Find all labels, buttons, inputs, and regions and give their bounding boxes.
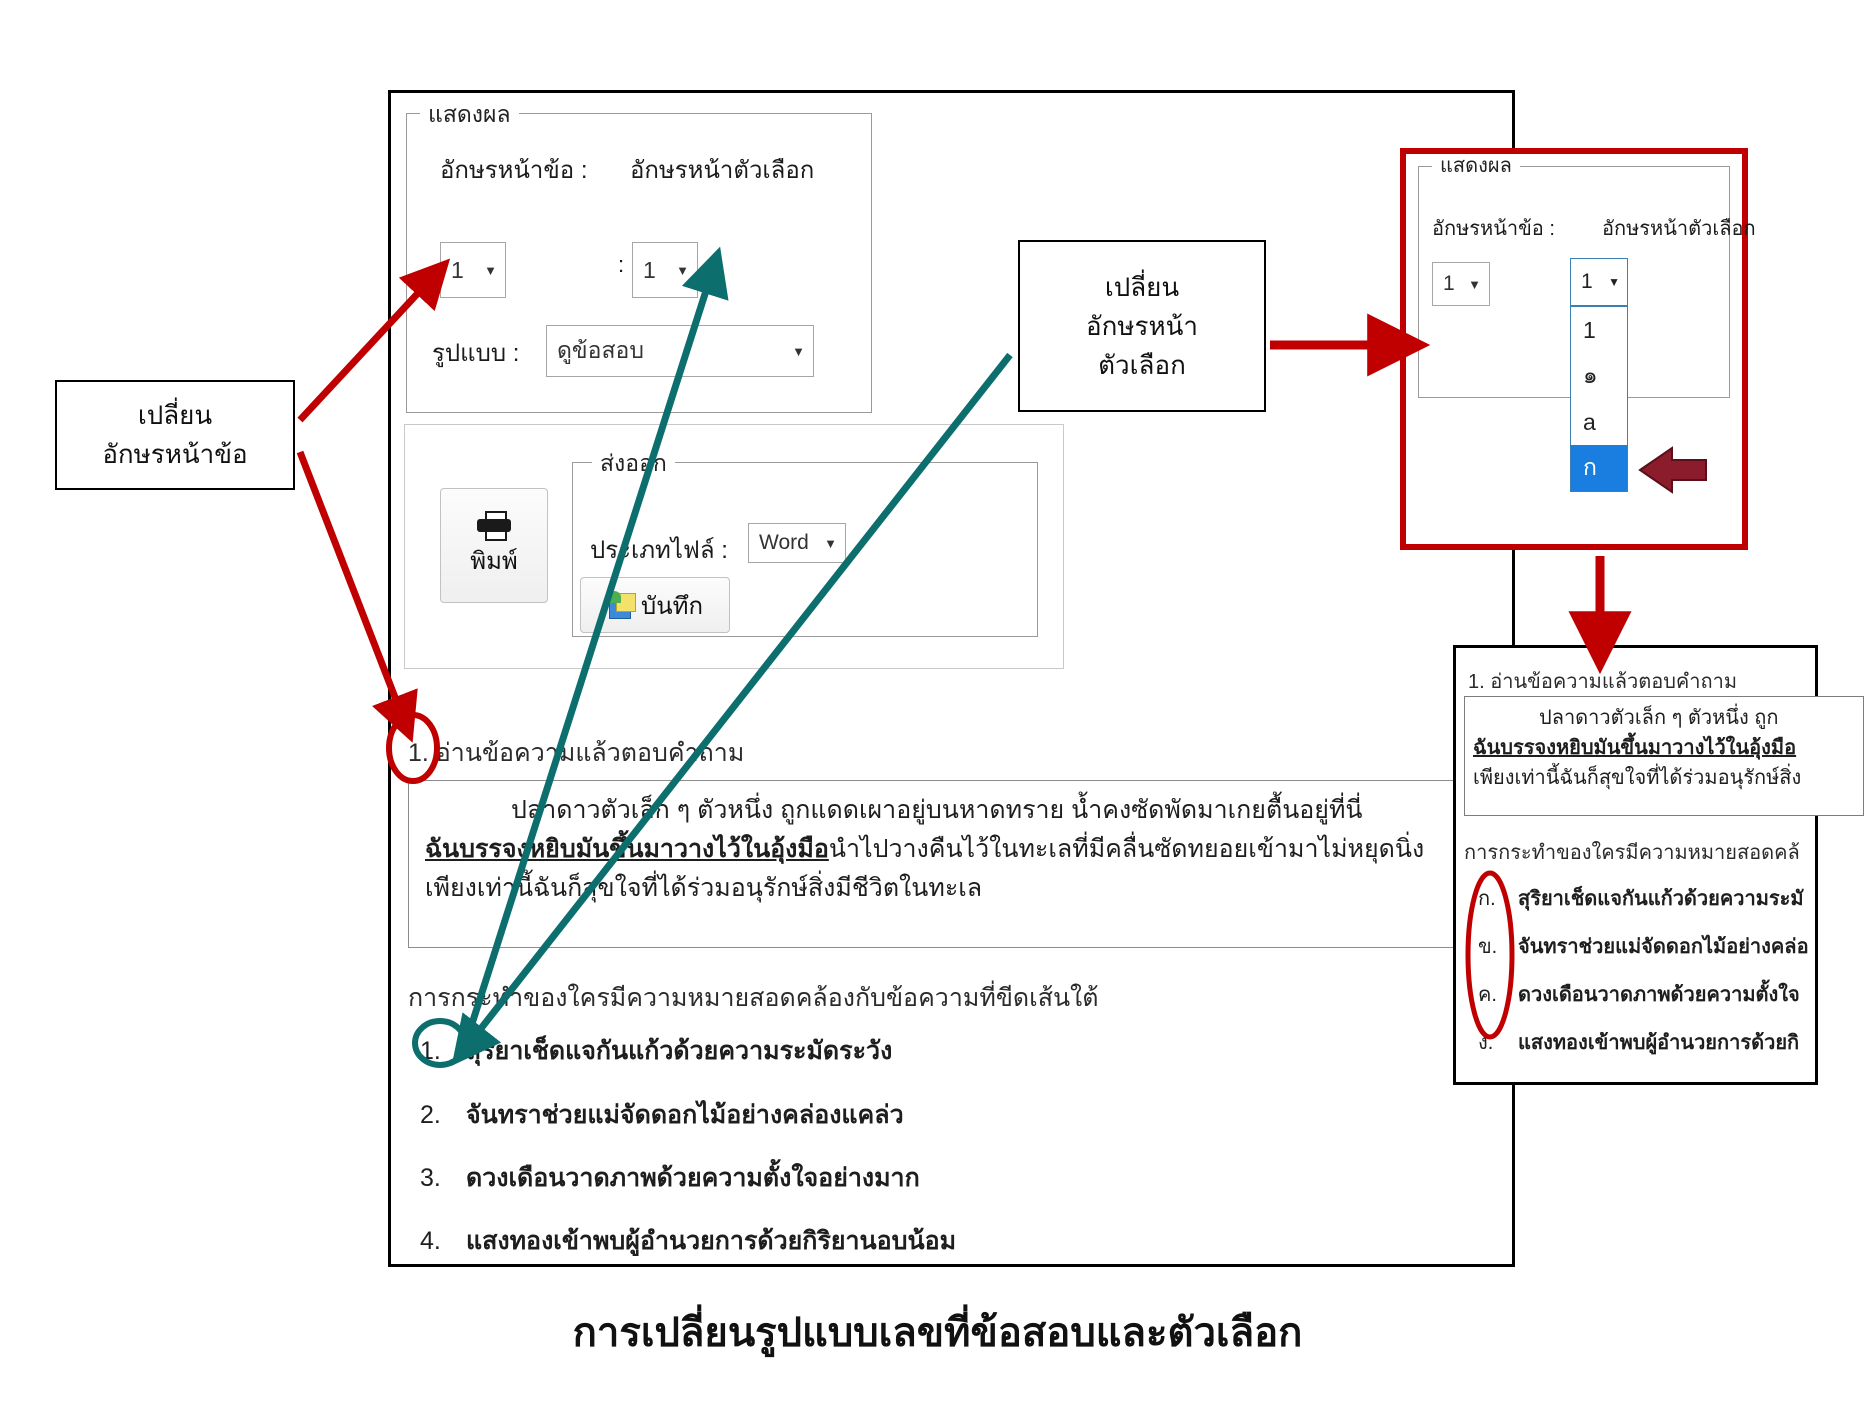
- choice-4-text: แสงทองเข้าพบผู้อำนวยการด้วยกิริยานอบน้อม: [466, 1227, 957, 1255]
- preview-passage-line-3: เพียงเท่านี้ฉันก็สุขใจที่ได้ร่วมอนุรักษ์…: [1473, 767, 1802, 789]
- dropdown-option-thai-letter[interactable]: ก: [1571, 445, 1627, 491]
- choice-4-number: 4.: [420, 1227, 441, 1255]
- right-display-groupbox-legend: แสดงผล: [1432, 156, 1520, 176]
- chevron-down-icon: ▼: [792, 343, 805, 359]
- underlined-segment: ฉันบรรจงหยิบมันขึ้นมาวางไว้ในอุ้งมือ: [425, 834, 829, 863]
- right-choice-prefix-value: 1: [1581, 270, 1593, 293]
- choice-3-text: ดวงเดือนวาดภาพด้วยความตั้งใจอย่างมาก: [466, 1164, 920, 1192]
- print-button-label: พิมพ์: [470, 548, 518, 575]
- right-choice-prefix-label: อักษรหน้าตัวเลือก: [1602, 218, 1756, 240]
- preview-choice-3: ค. ดวงเดือนวาดภาพด้วยความตั้งใจ: [1478, 984, 1800, 1006]
- choice-prefix-dropdown-list[interactable]: 1 ๑ a ก: [1570, 306, 1628, 492]
- choice-2-number: 2.: [420, 1101, 441, 1129]
- preview-passage-line-1: ปลาดาวตัวเล็ก ๆ ตัวหนึ่ง ถูก: [1539, 707, 1779, 729]
- format-value: ดูข้อสอบ: [557, 337, 644, 363]
- choice-prefix-label: อักษรหน้าตัวเลือก: [630, 157, 815, 184]
- preview-passage-box: ปลาดาวตัวเล็ก ๆ ตัวหนึ่ง ถูก ฉันบรรจงหยิ…: [1464, 696, 1864, 816]
- choice-2[interactable]: 2. จันทราช่วยแม่จัดดอกไม้อย่างคล่องแคล่ว: [420, 1095, 904, 1135]
- passage-line-2: ฉันบรรจงหยิบมันขึ้นมาวางไว้ในอุ้งมือนำไป…: [425, 830, 1469, 869]
- passage-box: ปลาดาวตัวเล็ก ๆ ตัวหนึ่ง ถูกแดดเผาอยู่บน…: [408, 780, 1486, 948]
- prefix-separator: :: [618, 252, 625, 277]
- dropdown-option-latin-letter[interactable]: a: [1571, 399, 1627, 445]
- save-icon: [607, 591, 637, 619]
- preview-question-title: 1. อ่านข้อความแล้วตอบคำถาม: [1468, 671, 1738, 693]
- filetype-select[interactable]: Word ▼: [748, 523, 846, 563]
- callout-left-line-1: เปลี่ยน: [137, 400, 213, 430]
- question-stem: การกระทำของใครมีความหมายสอดคล้องกับข้อคว…: [408, 984, 1099, 1012]
- filetype-label: ประเภทไฟล์ :: [590, 537, 728, 564]
- filetype-value: Word: [759, 531, 809, 554]
- choice-1-text: สุริยาเช็ดแจกันแก้วด้วยความระมัดระวัง: [466, 1037, 893, 1065]
- export-groupbox-legend: ส่งออก: [592, 452, 675, 475]
- display-groupbox-legend: แสดงผล: [420, 103, 519, 126]
- print-button[interactable]: พิมพ์: [440, 488, 548, 603]
- choice-1[interactable]: 1. สุริยาเช็ดแจกันแก้วด้วยความระมัดระวัง: [420, 1031, 892, 1071]
- right-choice-prefix-select[interactable]: 1 ▼: [1570, 258, 1628, 306]
- figure-caption: การเปลี่ยนรูปแบบเลขที่ข้อสอบและตัวเลือก: [572, 1311, 1303, 1355]
- choice-4[interactable]: 4. แสงทองเข้าพบผู้อำนวยการด้วยกิริยานอบน้…: [420, 1221, 956, 1261]
- preview-passage-line-2: ฉันบรรจงหยิบมันขึ้นมาวางไว้ในอุ้งมือ: [1473, 737, 1797, 759]
- choice-3-number: 3.: [420, 1164, 441, 1192]
- chevron-down-icon: ▼: [824, 535, 837, 551]
- passage-line-3: เพียงเท่านี้ฉันก็สุขใจที่ได้ร่วมอนุรักษ์…: [425, 873, 983, 902]
- dropdown-option-thai-digit[interactable]: ๑: [1571, 353, 1627, 399]
- chevron-down-icon: ▼: [676, 262, 689, 278]
- preview-question-stem: การกระทำของใครมีความหมายสอดคล้: [1464, 842, 1800, 864]
- question-prefix-value: 1: [451, 256, 464, 283]
- right-question-prefix-label: อักษรหน้าข้อ :: [1432, 218, 1555, 240]
- chevron-down-icon: ▼: [484, 262, 497, 278]
- format-label: รูปแบบ :: [432, 340, 520, 367]
- callout-mid-line-3: ตัวเลือก: [1098, 349, 1186, 380]
- preview-choice-1: ก. สุริยาเช็ดแจกันแก้วด้วยความระมั: [1478, 888, 1804, 910]
- passage-line-1: ปลาดาวตัวเล็ก ๆ ตัวหนึ่ง ถูกแดดเผาอยู่บน…: [511, 796, 1363, 824]
- question-prefix-select[interactable]: 1 ▼: [440, 242, 506, 298]
- chevron-down-icon: ▼: [1608, 275, 1620, 289]
- callout-change-choice-prefix: เปลี่ยน อักษรหน้า ตัวเลือก: [1018, 240, 1266, 412]
- question-title: 1. อ่านข้อความแล้วตอบคำถาม: [408, 739, 745, 767]
- right-question-prefix-select[interactable]: 1 ▼: [1432, 262, 1490, 306]
- right-question-prefix-value: 1: [1443, 272, 1455, 295]
- save-button-label: บันทึก: [641, 592, 703, 620]
- printer-icon: [477, 511, 511, 541]
- choice-3[interactable]: 3. ดวงเดือนวาดภาพด้วยความตั้งใจอย่างมาก: [420, 1158, 920, 1198]
- chevron-down-icon: ▼: [1468, 276, 1481, 292]
- preview-choice-4: ง. แสงทองเข้าพบผู้อำนวยการด้วยกิ: [1478, 1032, 1800, 1054]
- choice-prefix-value: 1: [643, 256, 656, 283]
- preview-choice-2: ข. จันทราช่วยแม่จัดดอกไม้อย่างคล่อ: [1478, 936, 1809, 958]
- callout-left-line-2: อักษรหน้าข้อ: [102, 439, 248, 469]
- question-prefix-label: อักษรหน้าข้อ :: [440, 157, 588, 184]
- dropdown-option-arabic[interactable]: 1: [1571, 307, 1627, 353]
- callout-mid-line-1: เปลี่ยน: [1104, 271, 1180, 302]
- format-select[interactable]: ดูข้อสอบ ▼: [546, 325, 814, 377]
- callout-change-question-prefix: เปลี่ยน อักษรหน้าข้อ: [55, 380, 295, 490]
- passage-line-2-rest: นำไปวางคืนไว้ในทะเลที่มีคลื่นซัดทยอยเข้า…: [828, 834, 1425, 863]
- choice-2-text: จันทราช่วยแม่จัดดอกไม้อย่างคล่องแคล่ว: [466, 1101, 904, 1129]
- choice-1-number: 1.: [420, 1037, 441, 1065]
- choice-prefix-select[interactable]: 1 ▼: [632, 242, 698, 298]
- save-button[interactable]: บันทึก: [580, 577, 730, 633]
- callout-mid-line-2: อักษรหน้า: [1086, 310, 1198, 341]
